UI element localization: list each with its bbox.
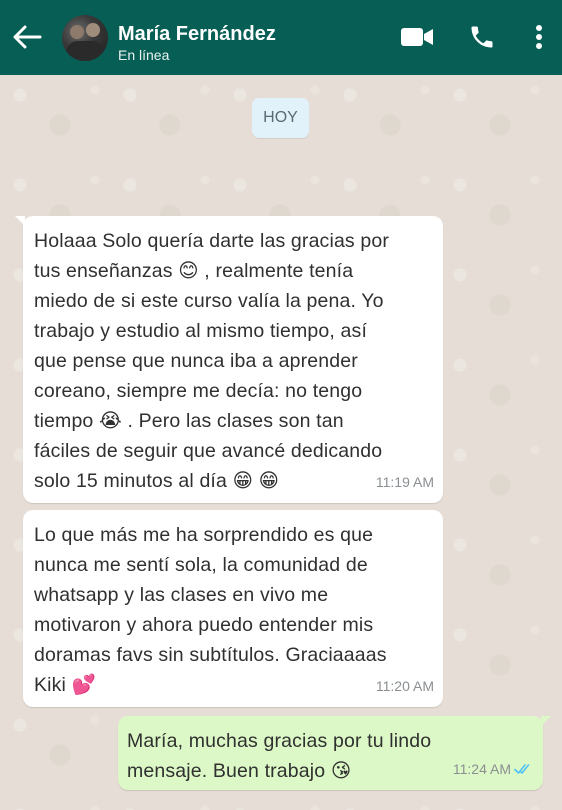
message-bubble-incoming[interactable]: Lo que más me ha sorprendido es que nunc… xyxy=(23,510,443,707)
contact-name[interactable]: María Fernández xyxy=(118,23,276,46)
arrow-left-icon xyxy=(13,25,42,49)
message-line: coreano, siempre me decía: no tengo xyxy=(34,380,363,402)
message-line: whatsapp y las clases en vivo me xyxy=(34,584,329,606)
contact-status: En línea xyxy=(118,47,170,63)
message-line: motivaron y ahora puedo entender mis xyxy=(34,614,374,636)
message-line: fáciles de seguir que avancé dedicando xyxy=(34,440,383,462)
message-line: tiempo 😭 . Pero las clases son tan xyxy=(34,410,344,432)
message-line: solo 15 minutos al día 😁 😁 xyxy=(34,470,280,492)
message-text: Holaaa Solo quería darte las gracias por… xyxy=(23,216,443,496)
message-line: Holaaa Solo quería darte las gracias por xyxy=(34,230,390,252)
message-line: tus enseñanzas 😊 , realmente tenía xyxy=(34,260,354,282)
message-time: 11:20 AM xyxy=(376,671,434,701)
timestamp: 11:19 AM xyxy=(375,474,434,490)
message-bubble-outgoing[interactable]: María, muchas gracias por tu lindo mensa… xyxy=(118,716,551,790)
date-chip: HOY xyxy=(252,98,309,138)
message-line: Lo que más me ha sorprendido es que xyxy=(34,524,374,546)
message-line: nunca me sentí sola, la comunidad de xyxy=(34,554,368,576)
video-camera-icon xyxy=(401,28,433,46)
bubble-tail xyxy=(541,716,551,726)
bubble-tail xyxy=(15,216,25,226)
message-line: María, muchas gracias por tu lindo xyxy=(127,730,432,752)
message-line: trabajo y estudio al mismo tiempo, así xyxy=(34,320,368,342)
voice-call-button[interactable] xyxy=(465,20,499,54)
phone-icon xyxy=(471,26,493,48)
message-line: Kiki 💕 xyxy=(34,674,97,696)
message-bubble-incoming[interactable]: Holaaa Solo quería darte las gracias por… xyxy=(15,216,443,503)
avatar[interactable] xyxy=(62,15,108,61)
message-time: 11:19 AM xyxy=(376,467,434,497)
message-line: que pense que nunca iba a aprender xyxy=(34,350,358,372)
message-time: 11:24 AM xyxy=(453,754,534,784)
message-line: doramas favs sin subtítulos. Graciaaaas xyxy=(34,644,387,666)
video-call-button[interactable] xyxy=(398,20,436,54)
chat-header: María Fernández En línea xyxy=(0,0,562,75)
back-button[interactable] xyxy=(10,20,44,54)
more-options-button[interactable] xyxy=(526,20,552,54)
timestamp: 11:20 AM xyxy=(375,678,434,694)
timestamp: 11:24 AM xyxy=(452,761,511,777)
more-vertical-icon xyxy=(536,25,542,49)
double-check-icon xyxy=(514,764,530,774)
message-line: miedo de si este curso valía la pena. Yo xyxy=(34,290,384,312)
